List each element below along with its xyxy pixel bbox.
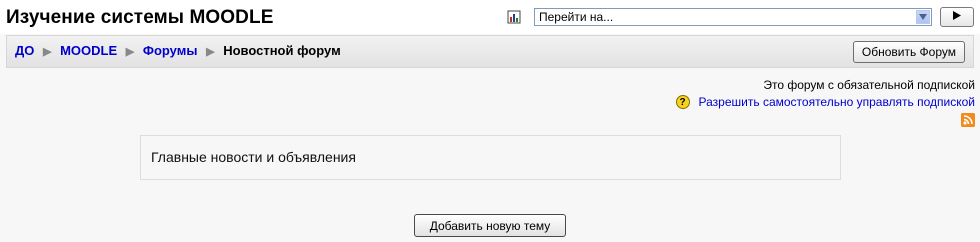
forum-intro-text: Главные новости и объявления xyxy=(151,149,356,165)
add-new-topic-button[interactable]: Добавить новую тему xyxy=(414,214,566,237)
forum-intro-box: Главные новости и объявления xyxy=(140,135,841,180)
jump-to-value: Перейти на... xyxy=(539,10,614,24)
site-title: Изучение системы MOODLE xyxy=(6,7,274,28)
breadcrumb-link-course[interactable]: MOODLE xyxy=(60,43,117,58)
triangle-right-icon: ▶ xyxy=(43,46,52,58)
navbar: ДО ▶ MOODLE ▶ Форумы ▶ Новостной форум О… xyxy=(6,35,974,68)
update-forum-button[interactable]: Обновить Форум xyxy=(852,41,965,63)
report-icon[interactable] xyxy=(507,10,521,24)
allow-subscribe-row: ? Разрешить самостоятельно управлять под… xyxy=(675,95,975,109)
allow-subscribe-link[interactable]: Разрешить самостоятельно управлять подпи… xyxy=(699,95,975,109)
triangle-right-icon: ▶ xyxy=(206,46,215,58)
triangle-right-icon: ▶ xyxy=(125,46,135,58)
subscription-info: Это форум с обязательной подпиской xyxy=(763,78,975,92)
help-icon[interactable]: ? xyxy=(675,95,690,109)
go-button[interactable] xyxy=(940,7,974,27)
breadcrumb-link-home[interactable]: ДО xyxy=(15,43,34,58)
page-header: Изучение системы MOODLE Перейти на... xyxy=(0,0,980,34)
breadcrumb-link-forums[interactable]: Форумы xyxy=(143,43,198,58)
chevron-down-icon[interactable] xyxy=(916,10,930,24)
breadcrumb-current: Новостной форум xyxy=(223,43,341,58)
breadcrumb: ДО ▶ MOODLE ▶ Форумы ▶ Новостной форум xyxy=(15,43,341,58)
jump-to-select[interactable]: Перейти на... xyxy=(534,8,932,26)
play-arrow-icon xyxy=(953,11,961,23)
rss-icon[interactable] xyxy=(961,113,975,127)
